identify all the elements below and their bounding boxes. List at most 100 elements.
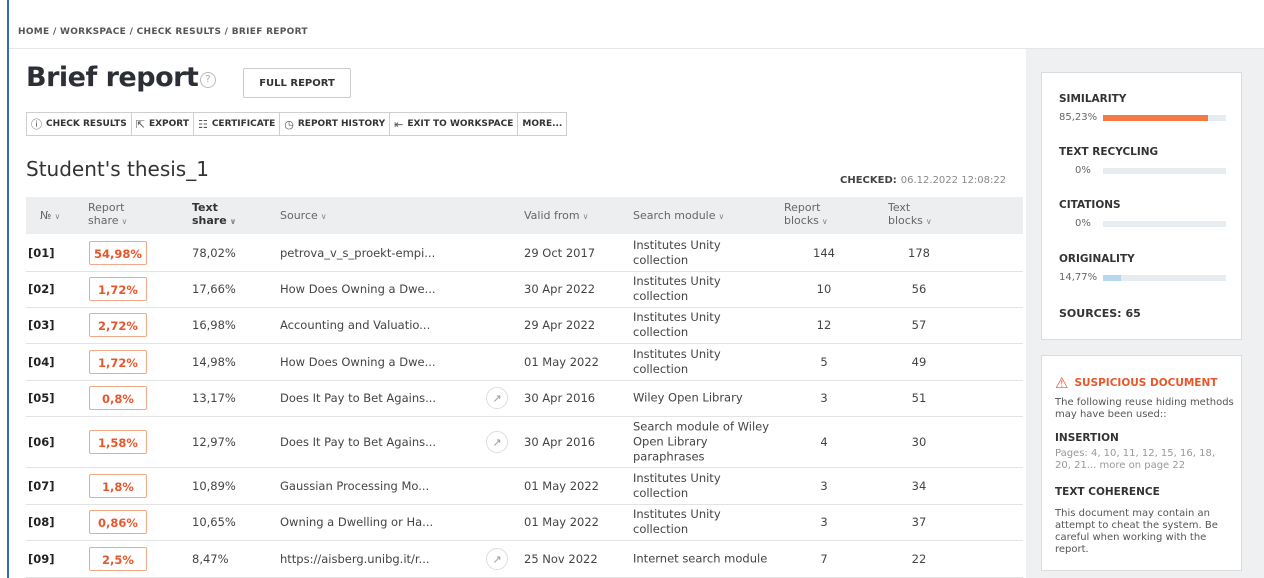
- report-blocks: 3: [820, 478, 828, 493]
- table-row[interactable]: [04] 1,72% 14,98% How Does Owning a Dwe... 0…: [26, 343, 1023, 381]
- checked-info: CHECKED: 06.12.2022 12:08:22: [840, 175, 1006, 186]
- text-blocks: 22: [911, 551, 927, 566]
- report-share-badge[interactable]: 1,58%: [89, 429, 147, 454]
- text-share: 8,47%: [192, 551, 229, 566]
- certificate-icon: ☷: [197, 117, 208, 131]
- search-module: Institutes Unity collection: [633, 507, 721, 536]
- link-icon[interactable]: ↗: [486, 547, 508, 570]
- more-button[interactable]: MORE...: [518, 113, 566, 135]
- breadcrumb-check-results[interactable]: CHECK RESULTS: [137, 27, 222, 37]
- report-share-badge[interactable]: 1,8%: [89, 473, 147, 498]
- source-name[interactable]: https://aisberg.unibg.it/r...: [280, 552, 430, 566]
- breadcrumb: HOME / WORKSPACE / CHECK RESULTS / BRIEF…: [18, 27, 308, 37]
- warning-title-text: SUSPICIOUS DOCUMENT: [1074, 377, 1218, 389]
- source-name[interactable]: petrova_v_s_proekt-empi...: [280, 246, 435, 260]
- sources-value: 65: [1125, 307, 1141, 320]
- table-row[interactable]: [03] 2,72% 16,98% Accounting and Valuatio..…: [26, 307, 1023, 344]
- search-module: Internet search module: [633, 551, 768, 565]
- report-history-button[interactable]: ◷ REPORT HISTORY: [280, 113, 391, 135]
- row-number: [02]: [28, 282, 55, 296]
- table-row[interactable]: [09] 2,5% 8,47% https://aisberg.unibg.it/r.…: [26, 540, 1023, 578]
- breadcrumb-separator: /: [129, 27, 134, 37]
- report-share-badge[interactable]: 1,72%: [89, 277, 147, 301]
- col-valid-from-header[interactable]: Valid from ∨: [524, 209, 588, 223]
- citations-label: CITATIONS: [1059, 199, 1121, 211]
- table-row[interactable]: [01] 54,98% 78,02% petrova_v_s_proekt-empi.…: [26, 234, 1023, 272]
- text-recycling-label: TEXT RECYCLING: [1059, 146, 1159, 158]
- report-share-badge[interactable]: 0,8%: [89, 386, 147, 410]
- col-search-module-header[interactable]: Search module ∨: [633, 209, 724, 223]
- source-name[interactable]: How Does Owning a Dwe...: [280, 282, 436, 296]
- row-number: [05]: [28, 391, 55, 405]
- valid-from: 01 May 2022: [524, 515, 599, 529]
- source-name[interactable]: How Does Owning a Dwe...: [280, 355, 436, 369]
- table-row[interactable]: [02] 1,72% 17,66% How Does Owning a Dwe... 3…: [26, 271, 1023, 308]
- col-source-header[interactable]: Source ∨: [280, 209, 327, 223]
- valid-from: 30 Apr 2016: [524, 391, 596, 405]
- check-results-button[interactable]: ⓘ CHECK RESULTS: [27, 113, 132, 135]
- col-report-blocks-header[interactable]: Report blocks ∨: [784, 201, 828, 228]
- text-share: 78,02%: [192, 245, 236, 260]
- report-blocks: 12: [816, 318, 832, 332]
- text-share: 14,98%: [192, 354, 236, 369]
- help-icon[interactable]: ?: [200, 72, 216, 88]
- report-share-badge[interactable]: 1,72%: [89, 349, 147, 374]
- full-report-button[interactable]: FULL REPORT: [243, 68, 351, 98]
- col-text-blocks-header[interactable]: Text blocks ∨: [888, 201, 932, 228]
- report-blocks: 7: [820, 551, 828, 566]
- report-blocks: 3: [820, 515, 828, 529]
- breadcrumb-home[interactable]: HOME: [18, 27, 50, 37]
- table-row[interactable]: [06] 1,58% 12,97% Does It Pay to Bet Agains…: [26, 416, 1023, 468]
- source-name[interactable]: Owning a Dwelling or Ha...: [280, 515, 433, 529]
- exit-to-workspace-button[interactable]: ⇤ EXIT TO WORKSPACE: [390, 113, 519, 135]
- report-share-badge[interactable]: 0,86%: [89, 510, 147, 534]
- report-share-badge[interactable]: 2,5%: [89, 546, 147, 571]
- text-share: 17,66%: [192, 282, 236, 296]
- breadcrumb-workspace[interactable]: WORKSPACE: [60, 27, 126, 37]
- valid-from: 30 Apr 2022: [524, 282, 596, 296]
- table-row[interactable]: [05] 0,8% 13,17% Does It Pay to Bet Agains.…: [26, 380, 1023, 417]
- certificate-button[interactable]: ☷ CERTIFICATE: [194, 113, 281, 135]
- sources-count: SOURCES: 65: [1059, 307, 1141, 320]
- search-module: Institutes Unity collection: [633, 470, 721, 500]
- col-report-share-header[interactable]: Report share ∨: [88, 201, 127, 228]
- similarity-bar: [1103, 115, 1226, 121]
- report-share-badge[interactable]: 54,98%: [89, 240, 147, 265]
- valid-from: 29 Oct 2017: [524, 245, 596, 260]
- table-row[interactable]: [08] 0,86% 10,65% Owning a Dwelling or Ha..…: [26, 504, 1023, 541]
- report-history-label: REPORT HISTORY: [297, 119, 386, 129]
- text-blocks: 37: [911, 515, 927, 529]
- more-label: MORE...: [522, 119, 563, 129]
- link-icon[interactable]: ↗: [486, 430, 508, 453]
- chevron-down-icon: ∨: [54, 212, 61, 221]
- row-number: [09]: [28, 551, 55, 566]
- report-blocks: 4: [820, 434, 828, 449]
- insertion-pages[interactable]: Pages: 4, 10, 11, 12, 15, 16, 18, 20, 21…: [1055, 448, 1233, 472]
- col-no-header[interactable]: № ∨: [40, 209, 60, 223]
- report-blocks: 5: [820, 354, 828, 369]
- source-name[interactable]: Accounting and Valuatio...: [280, 318, 430, 332]
- chevron-down-icon: ∨: [718, 212, 725, 221]
- source-name[interactable]: Gaussian Processing Mo...: [280, 479, 429, 493]
- report-blocks: 3: [820, 391, 828, 405]
- search-module: Institutes Unity collection: [633, 274, 721, 303]
- breadcrumb-separator: /: [224, 27, 229, 37]
- row-number: [04]: [28, 354, 55, 369]
- suspicious-document-title: ⚠ SUSPICIOUS DOCUMENT: [1055, 374, 1217, 392]
- text-blocks: 30: [911, 434, 927, 449]
- text-share: 12,97%: [192, 434, 236, 449]
- row-number: [08]: [28, 515, 55, 529]
- source-name[interactable]: Does It Pay to Bet Agains...: [280, 391, 436, 405]
- link-icon[interactable]: ↗: [486, 387, 508, 409]
- report-share-badge[interactable]: 2,72%: [89, 313, 147, 337]
- table-row[interactable]: [07] 1,8% 10,89% Gaussian Processing Mo... 0…: [26, 467, 1023, 505]
- export-label: EXPORT: [148, 119, 189, 129]
- source-name[interactable]: Does It Pay to Bet Agains...: [280, 435, 436, 449]
- col-text-share-header[interactable]: Text share ∨: [192, 201, 236, 228]
- text-coherence-label: TEXT COHERENCE: [1055, 486, 1160, 498]
- checked-label: CHECKED:: [840, 175, 897, 186]
- chevron-down-icon: ∨: [925, 217, 932, 226]
- export-button[interactable]: ⇱ EXPORT: [132, 113, 194, 135]
- originality-value: 14,77%: [1059, 272, 1098, 283]
- suspicious-document-card: ⚠ SUSPICIOUS DOCUMENT The following reuse…: [1041, 355, 1242, 571]
